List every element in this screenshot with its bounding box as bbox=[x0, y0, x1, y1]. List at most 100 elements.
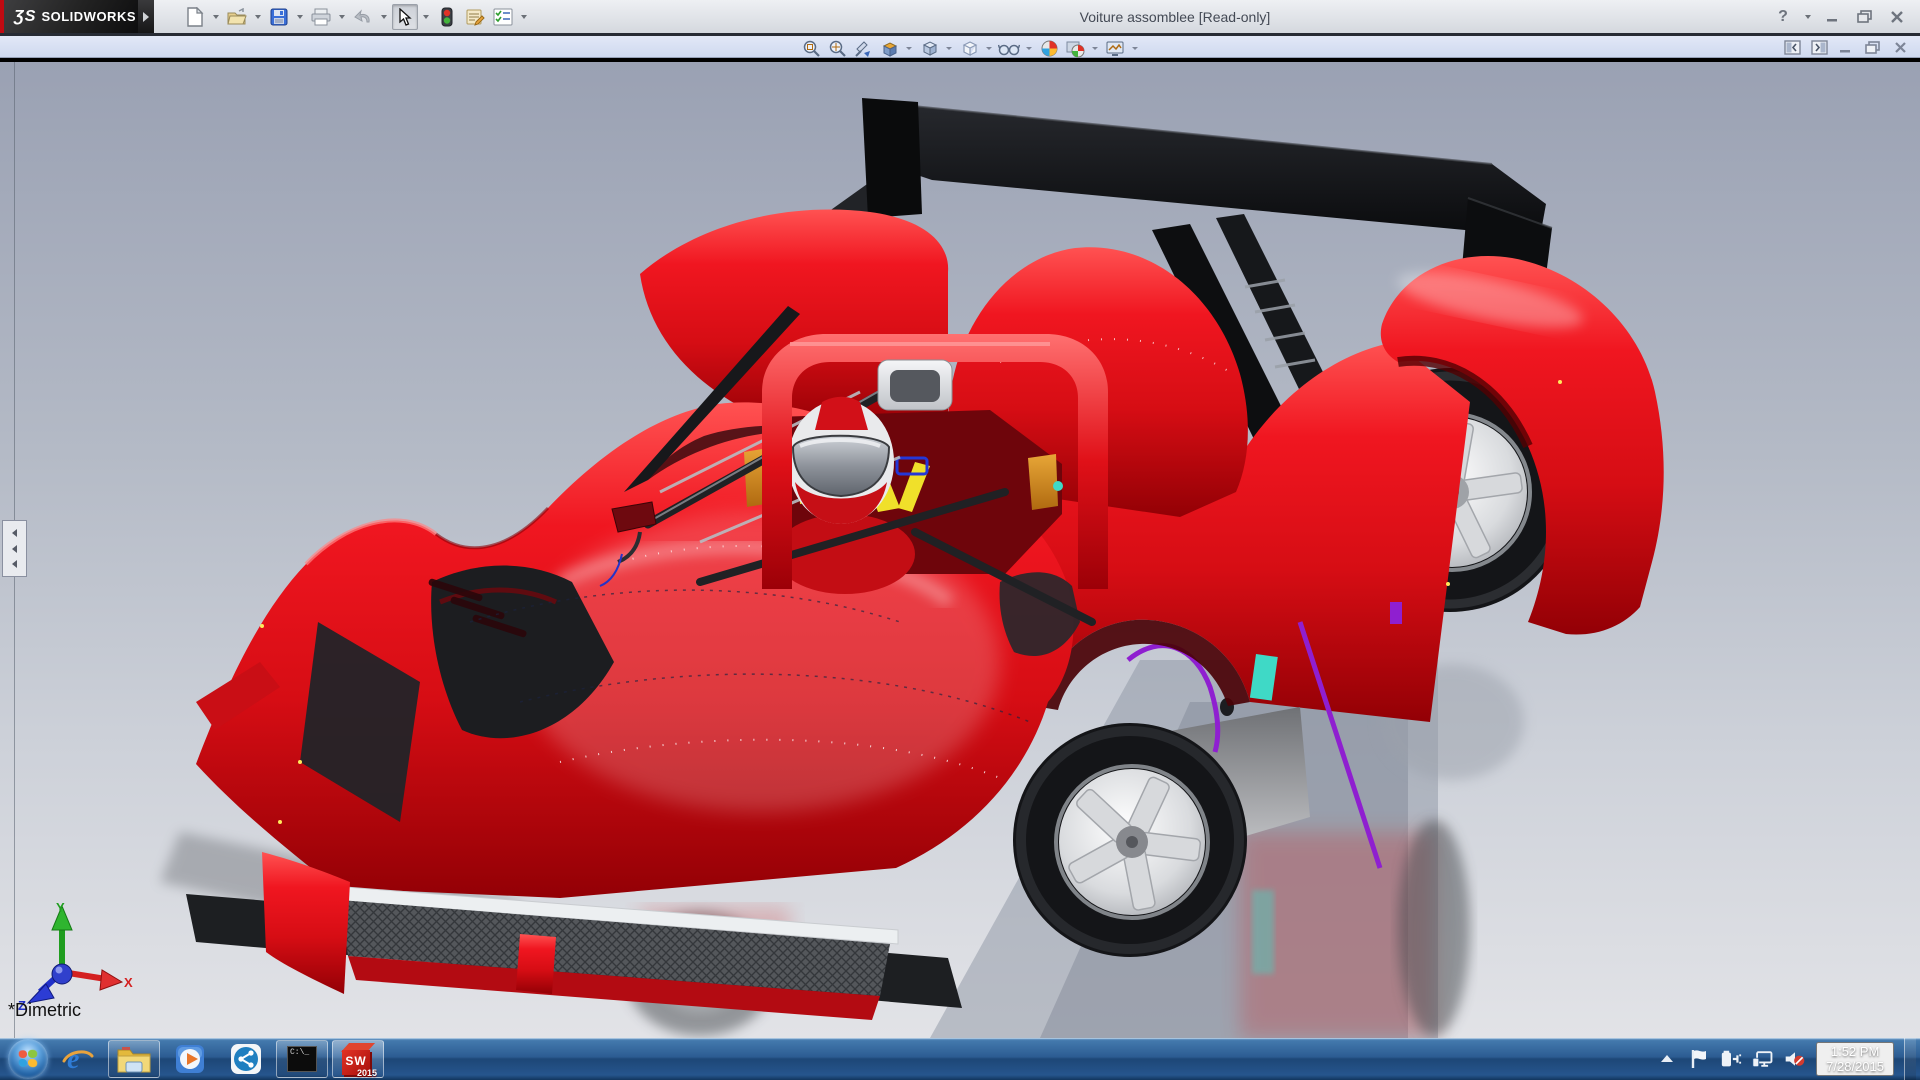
menu-flyout-arrow[interactable] bbox=[138, 0, 154, 33]
power-status-button[interactable] bbox=[1720, 1046, 1742, 1072]
section-view-dropdown[interactable] bbox=[904, 39, 914, 58]
view-orientation-dropdown[interactable] bbox=[944, 39, 954, 58]
show-desktop-button[interactable] bbox=[1904, 1038, 1916, 1080]
select-tool-button[interactable] bbox=[392, 3, 418, 30]
print-button[interactable] bbox=[308, 4, 334, 30]
save-button[interactable] bbox=[266, 4, 292, 30]
show-hidden-icons-arrow bbox=[1661, 1055, 1674, 1062]
orientation-triad: Y X Z bbox=[18, 900, 133, 1013]
show-hidden-icons-button[interactable] bbox=[1656, 1046, 1678, 1072]
view-settings-icon bbox=[1106, 41, 1124, 56]
undo-dropdown[interactable] bbox=[378, 4, 390, 30]
restore-document-button[interactable] bbox=[1863, 39, 1883, 56]
solidworks-year-badge: 2015 bbox=[356, 1068, 377, 1078]
toggle-right-pane-icon bbox=[1810, 40, 1828, 55]
window-controls: ? bbox=[1770, 4, 1920, 30]
display-style-dropdown[interactable] bbox=[984, 39, 994, 58]
previous-view-button[interactable] bbox=[852, 39, 874, 58]
solidworks-2015-icon: SW 2015 bbox=[340, 1043, 377, 1078]
svg-text:e: e bbox=[67, 1044, 79, 1075]
file-properties-button[interactable] bbox=[462, 4, 488, 30]
undo-arrow-icon bbox=[354, 8, 370, 22]
minimize-button[interactable] bbox=[1820, 6, 1846, 28]
taskbar-internet-explorer[interactable]: e bbox=[52, 1040, 104, 1078]
feature-panel-tab[interactable] bbox=[2, 520, 27, 577]
close-icon bbox=[1891, 10, 1903, 23]
network-status-button[interactable] bbox=[1752, 1046, 1774, 1072]
open-document-dropdown[interactable] bbox=[252, 4, 264, 30]
section-view-icon bbox=[882, 42, 897, 57]
edit-appearance-button[interactable] bbox=[1038, 39, 1060, 58]
minimize-icon bbox=[1827, 18, 1837, 21]
apply-scene-dropdown[interactable] bbox=[1090, 39, 1100, 58]
zoom-to-area-button[interactable] bbox=[826, 39, 848, 58]
view-orientation-button[interactable] bbox=[918, 39, 940, 58]
options-button[interactable] bbox=[490, 4, 516, 30]
select-tool-dropdown[interactable] bbox=[420, 4, 432, 30]
help-dropdown[interactable] bbox=[1802, 4, 1814, 30]
taskbar-media-player[interactable] bbox=[164, 1040, 216, 1078]
view-settings-dropdown[interactable] bbox=[1130, 39, 1140, 58]
taskbar-share-app[interactable] bbox=[220, 1040, 272, 1078]
close-document-button[interactable] bbox=[1890, 39, 1910, 56]
heads-up-toolbar bbox=[0, 33, 1920, 58]
new-document-button[interactable] bbox=[182, 4, 208, 30]
windows-flag-icon bbox=[18, 1049, 39, 1069]
view-orientation-label: *Dimetric bbox=[8, 1000, 82, 1020]
start-button[interactable] bbox=[8, 1039, 48, 1079]
solidworks-logo: ƷS SOLIDWORKS bbox=[0, 0, 138, 33]
flag-icon bbox=[1691, 1050, 1707, 1068]
clock-date: 7/28/2015 bbox=[1826, 1059, 1884, 1074]
apply-scene-button[interactable] bbox=[1064, 39, 1086, 58]
command-prompt-icon: C:\_ bbox=[287, 1046, 317, 1072]
zoom-to-fit-button[interactable] bbox=[800, 39, 822, 58]
zoom-to-fit-icon bbox=[803, 40, 820, 57]
clock-time: 1:52 PM bbox=[1830, 1044, 1880, 1059]
restore-button[interactable] bbox=[1852, 6, 1878, 28]
notification-area: 1:52 PM 7/28/2015 bbox=[1656, 1038, 1920, 1080]
taskbar-clock[interactable]: 1:52 PM 7/28/2015 bbox=[1816, 1042, 1894, 1076]
internet-explorer-icon: e bbox=[62, 1044, 94, 1075]
view-orientation-icon bbox=[922, 41, 937, 56]
triad-x-label: X bbox=[124, 975, 133, 990]
new-document-icon bbox=[187, 6, 204, 27]
dassault-3s-glyph: ƷS bbox=[14, 7, 37, 25]
toggle-right-pane-button[interactable] bbox=[1809, 39, 1829, 56]
undo-button[interactable] bbox=[350, 4, 376, 30]
graphics-area[interactable]: Y X Z *Dimetric bbox=[0, 62, 1920, 1038]
brand-name: SOLIDWORKS bbox=[41, 9, 137, 24]
open-folder-icon bbox=[227, 7, 247, 24]
options-checklist-icon bbox=[493, 8, 513, 25]
model-3d-view bbox=[0, 62, 1920, 1038]
section-view-button[interactable] bbox=[878, 39, 900, 58]
hide-show-items-button[interactable] bbox=[998, 39, 1020, 58]
taskbar-windows-explorer[interactable] bbox=[108, 1040, 160, 1078]
taskbar-command-prompt[interactable]: C:\_ bbox=[276, 1040, 328, 1078]
options-dropdown[interactable] bbox=[518, 4, 530, 30]
help-button[interactable]: ? bbox=[1770, 6, 1796, 28]
minimize-document-button[interactable] bbox=[1836, 39, 1856, 56]
taskbar-solidworks[interactable]: SW 2015 bbox=[332, 1040, 384, 1078]
hide-show-items-dropdown[interactable] bbox=[1024, 39, 1034, 58]
rebuild-button[interactable] bbox=[434, 4, 460, 30]
printer-icon bbox=[311, 8, 331, 25]
save-dropdown[interactable] bbox=[294, 4, 306, 30]
toggle-left-pane-button[interactable] bbox=[1782, 39, 1802, 56]
close-document-icon bbox=[1894, 42, 1906, 53]
network-icon bbox=[1752, 1051, 1773, 1068]
apply-scene-icon bbox=[1066, 41, 1084, 58]
restore-icon bbox=[1857, 9, 1872, 23]
display-style-button[interactable] bbox=[958, 39, 980, 58]
display-style-icon bbox=[962, 41, 977, 56]
close-button[interactable] bbox=[1884, 6, 1910, 28]
new-document-dropdown[interactable] bbox=[210, 4, 222, 30]
volume-button[interactable] bbox=[1784, 1046, 1806, 1072]
minimize-document-icon bbox=[1840, 49, 1850, 52]
traffic-light-icon bbox=[441, 7, 453, 26]
view-settings-button[interactable] bbox=[1104, 39, 1126, 58]
print-dropdown[interactable] bbox=[336, 4, 348, 30]
triad-x-arrow bbox=[99, 969, 124, 991]
titlebar: ƷS SOLIDWORKS Voiture assomblee [Read-on… bbox=[0, 0, 1920, 33]
open-document-button[interactable] bbox=[224, 4, 250, 30]
action-center-button[interactable] bbox=[1688, 1046, 1710, 1072]
